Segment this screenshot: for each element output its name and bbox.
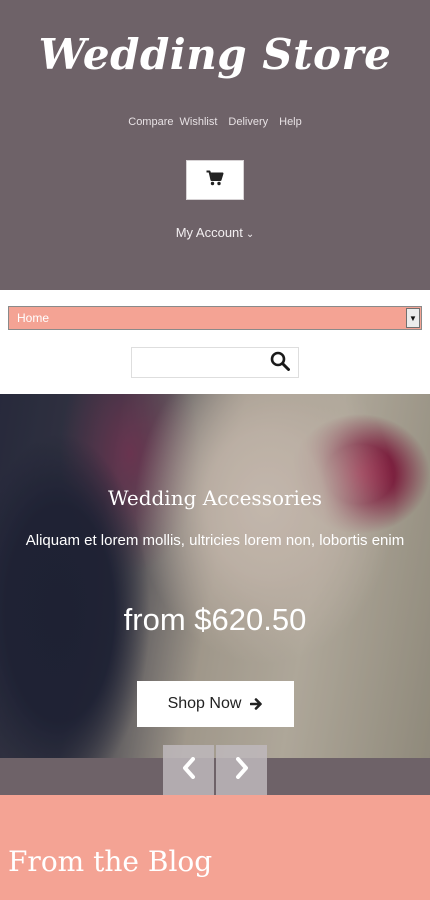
site-header: Wedding Store Compare Wishlist Delivery Hel… [0,0,430,290]
search-icon [270,351,290,376]
cart-icon [206,170,224,191]
my-account-label: My Account [175,225,243,240]
wishlist-link[interactable]: Wishlist [180,116,218,128]
hero-slider: Wedding Accessories Aliquam et lorem mol… [0,394,430,758]
hero-title: Wedding Accessories [107,486,323,510]
chevron-left-icon [181,756,197,784]
chevron-down-icon: ⌄ [245,229,255,240]
search-button[interactable] [268,351,292,376]
top-links: Compare Wishlist Delivery Help [0,116,430,128]
arrow-right-icon [250,698,263,710]
hero-description: Aliquam et lorem mollis, ultricies lorem… [25,532,405,549]
compare-link[interactable]: Compare [128,116,173,128]
shop-now-label: Shop Now [167,695,242,712]
help-link[interactable]: Help [279,116,302,128]
nav-selected-value: Home [17,311,50,325]
cart-button[interactable] [186,160,244,200]
nav-menu-select[interactable]: Home ▼ [8,306,422,330]
dropdown-arrow-icon[interactable]: ▼ [406,308,420,328]
slider-prev-button[interactable] [163,745,214,795]
hero-price: from $620.50 [123,602,307,637]
store-logo[interactable]: Wedding Store [0,30,430,79]
blog-section-title: From the Blog [8,845,213,878]
search-form [131,347,299,378]
slider-controls-bar [0,758,430,795]
my-account-dropdown[interactable]: My Account ⌄ [0,225,430,240]
slider-next-button[interactable] [216,745,267,795]
blog-section: From the Blog [0,795,430,900]
delivery-link[interactable]: Delivery [228,116,268,128]
search-input[interactable] [132,348,262,377]
chevron-right-icon [234,756,250,784]
shop-now-button[interactable]: Shop Now [137,681,294,727]
